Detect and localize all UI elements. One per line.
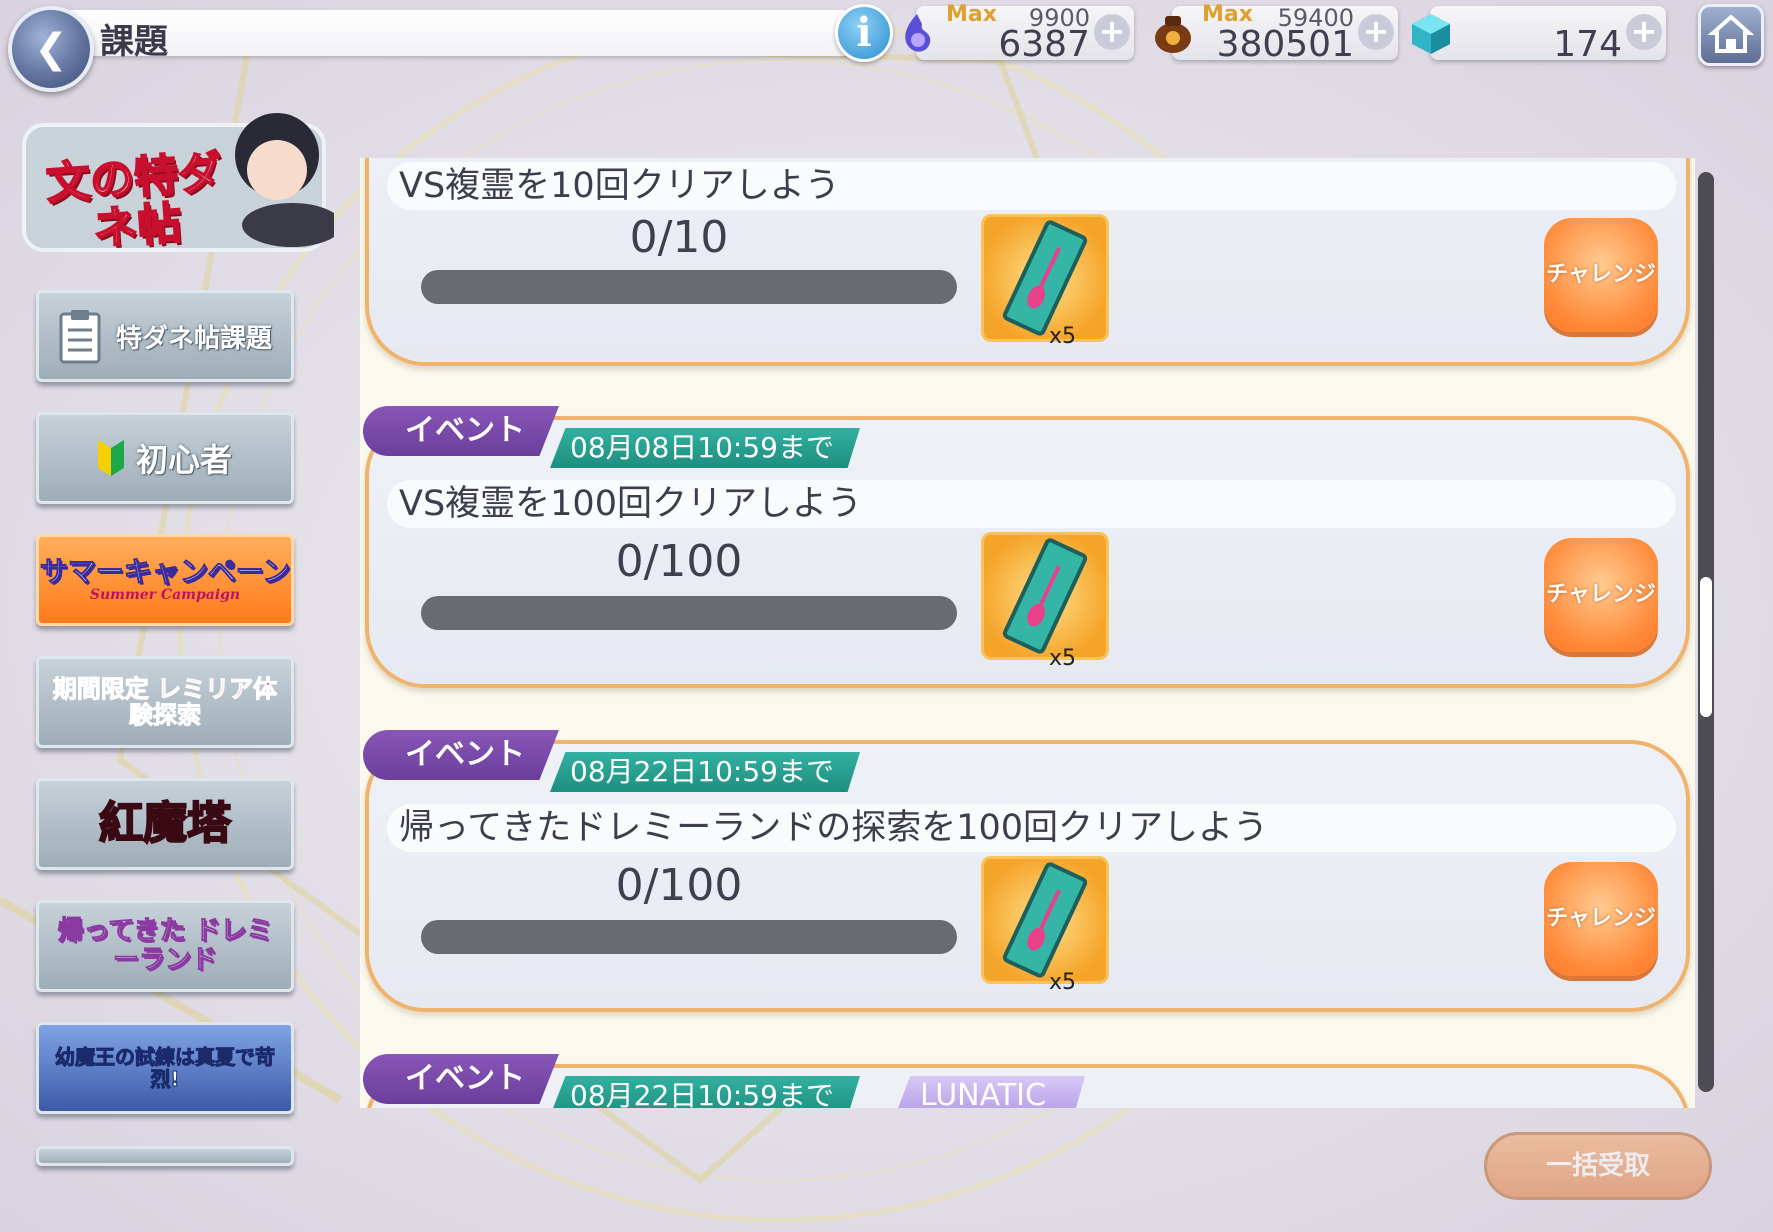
event-tag: イベント <box>363 1054 559 1104</box>
event-tag: イベント <box>363 730 559 780</box>
charm-ticket-icon <box>1002 862 1088 978</box>
summer-campaign-title: サマーキャンペーン <box>39 554 291 588</box>
add-gem-button[interactable]: + <box>1626 14 1662 50</box>
summer-campaign-subtitle: Summer Campaign <box>89 586 241 603</box>
dreamland-banner-text: 帰ってきた ドレミーランド <box>57 916 273 975</box>
beginner-leaf-icon <box>97 440 124 476</box>
coin-resource: Max 59400 380501 + <box>1155 2 1398 65</box>
sidebar-item-remilia-exploration[interactable]: 期間限定 レミリア体験探索 <box>36 656 294 748</box>
mission-list-scrollbar[interactable] <box>1698 172 1714 1092</box>
scrollbar-thumb[interactable] <box>1700 577 1712 717</box>
charm-ticket-icon <box>1002 220 1088 336</box>
home-button[interactable] <box>1698 4 1764 66</box>
mission-title: VS複霊を10回クリアしよう <box>387 162 1676 210</box>
mission-list: VS複霊を10回クリアしよう 0/10 x5 チャレンジ VS複霊を100回クリ… <box>360 158 1695 1108</box>
summer-campaign-banner: サマーキャンペーン Summer Campaign <box>39 554 291 603</box>
sidebar-item-koumakan-tower[interactable]: 紅魔塔 <box>36 778 294 870</box>
sidebar-item-label: 特ダネ帖課題 <box>115 323 272 354</box>
page-title: 課題 <box>100 22 168 62</box>
deadline-tag: 08月22日10:59まで <box>550 752 860 792</box>
coin-value: 380501 <box>1216 24 1354 65</box>
reward-item[interactable] <box>981 856 1109 984</box>
home-icon <box>1707 14 1755 53</box>
add-stamina-button[interactable]: + <box>1094 14 1130 50</box>
back-arrow-icon: ❮ <box>34 26 68 72</box>
gem-cube-icon <box>1412 14 1450 54</box>
sidebar-item-tokudane-tasks[interactable]: 特ダネ帖課題 <box>36 290 294 382</box>
reward-quantity: x5 <box>1049 646 1077 671</box>
info-button[interactable]: i <box>835 4 893 62</box>
sidebar-item-dreamland[interactable]: 帰ってきた ドレミーランド <box>36 900 294 992</box>
sidebar-logo: 文の特ダネ帖 <box>22 95 342 265</box>
add-coin-button[interactable]: + <box>1358 14 1394 50</box>
deadline-tag: 08月08日10:59まで <box>550 428 860 468</box>
top-bar: ❮ 課題 i Max 9900 6387 + Max 59400 380501 … <box>0 0 1773 92</box>
reward-item[interactable] <box>981 214 1109 342</box>
challenge-button[interactable]: チャレンジ <box>1544 862 1658 976</box>
mission-progress-bar <box>421 920 957 954</box>
gem-value: 174 <box>1553 24 1622 65</box>
remilia-banner-text: 期間限定 レミリア体験探索 <box>52 674 278 729</box>
spirit-flame-icon <box>905 14 931 52</box>
stamina-resource: Max 9900 6387 + <box>905 2 1134 65</box>
reward-quantity: x5 <box>1049 324 1077 349</box>
back-button[interactable]: ❮ <box>8 6 94 92</box>
reward-quantity: x5 <box>1049 970 1077 995</box>
sidebar-item-partial[interactable] <box>36 1146 294 1166</box>
charm-ticket-icon <box>1002 538 1088 654</box>
mission-title: VS複霊を100回クリアしよう <box>387 480 1676 528</box>
deadline-tag: 08月22日10:59まで <box>550 1076 860 1108</box>
sidebar-item-label: 初心者 <box>135 441 232 479</box>
challenge-button[interactable]: チャレンジ <box>1544 538 1658 652</box>
koumakan-banner-text: 紅魔塔 <box>98 797 232 849</box>
event-tag: イベント <box>363 406 559 456</box>
gem-resource: 174 + <box>1412 6 1666 65</box>
mission-progress-bar <box>421 596 957 630</box>
mission-title: 帰ってきたドレミーランドの探索を100回クリアしよう <box>387 804 1676 852</box>
sidebar-item-summer-campaign[interactable]: サマーキャンペーン Summer Campaign <box>36 534 294 626</box>
reward-item[interactable] <box>981 532 1109 660</box>
sidebar-item-beginner[interactable]: 初心者 <box>36 412 294 504</box>
mission-progress-bar <box>421 270 957 304</box>
bulk-receive-button[interactable]: 一括受取 <box>1484 1132 1712 1200</box>
clipboard-icon <box>59 310 101 364</box>
challenge-button[interactable]: チャレンジ <box>1544 218 1658 332</box>
mission-progress-text: 0/100 <box>615 860 743 911</box>
difficulty-tag: LUNATIC <box>895 1076 1085 1108</box>
sidebar-item-summer-trial[interactable]: 幼魔王の試練は真夏で苛烈! <box>36 1022 294 1114</box>
bag-coin-icon <box>1155 16 1191 53</box>
mission-progress-text: 0/10 <box>629 212 729 263</box>
max-label: Max <box>946 2 997 27</box>
logo-text: 文の特ダネ帖 <box>44 146 225 256</box>
stamina-value: 6387 <box>998 24 1090 65</box>
title-bar <box>70 10 850 56</box>
mission-card: VS複霊を10回クリアしよう 0/10 x5 チャレンジ <box>365 158 1690 366</box>
summer-trial-banner-text: 幼魔王の試練は真夏で苛烈! <box>55 1045 276 1091</box>
mission-progress-text: 0/100 <box>615 536 743 587</box>
